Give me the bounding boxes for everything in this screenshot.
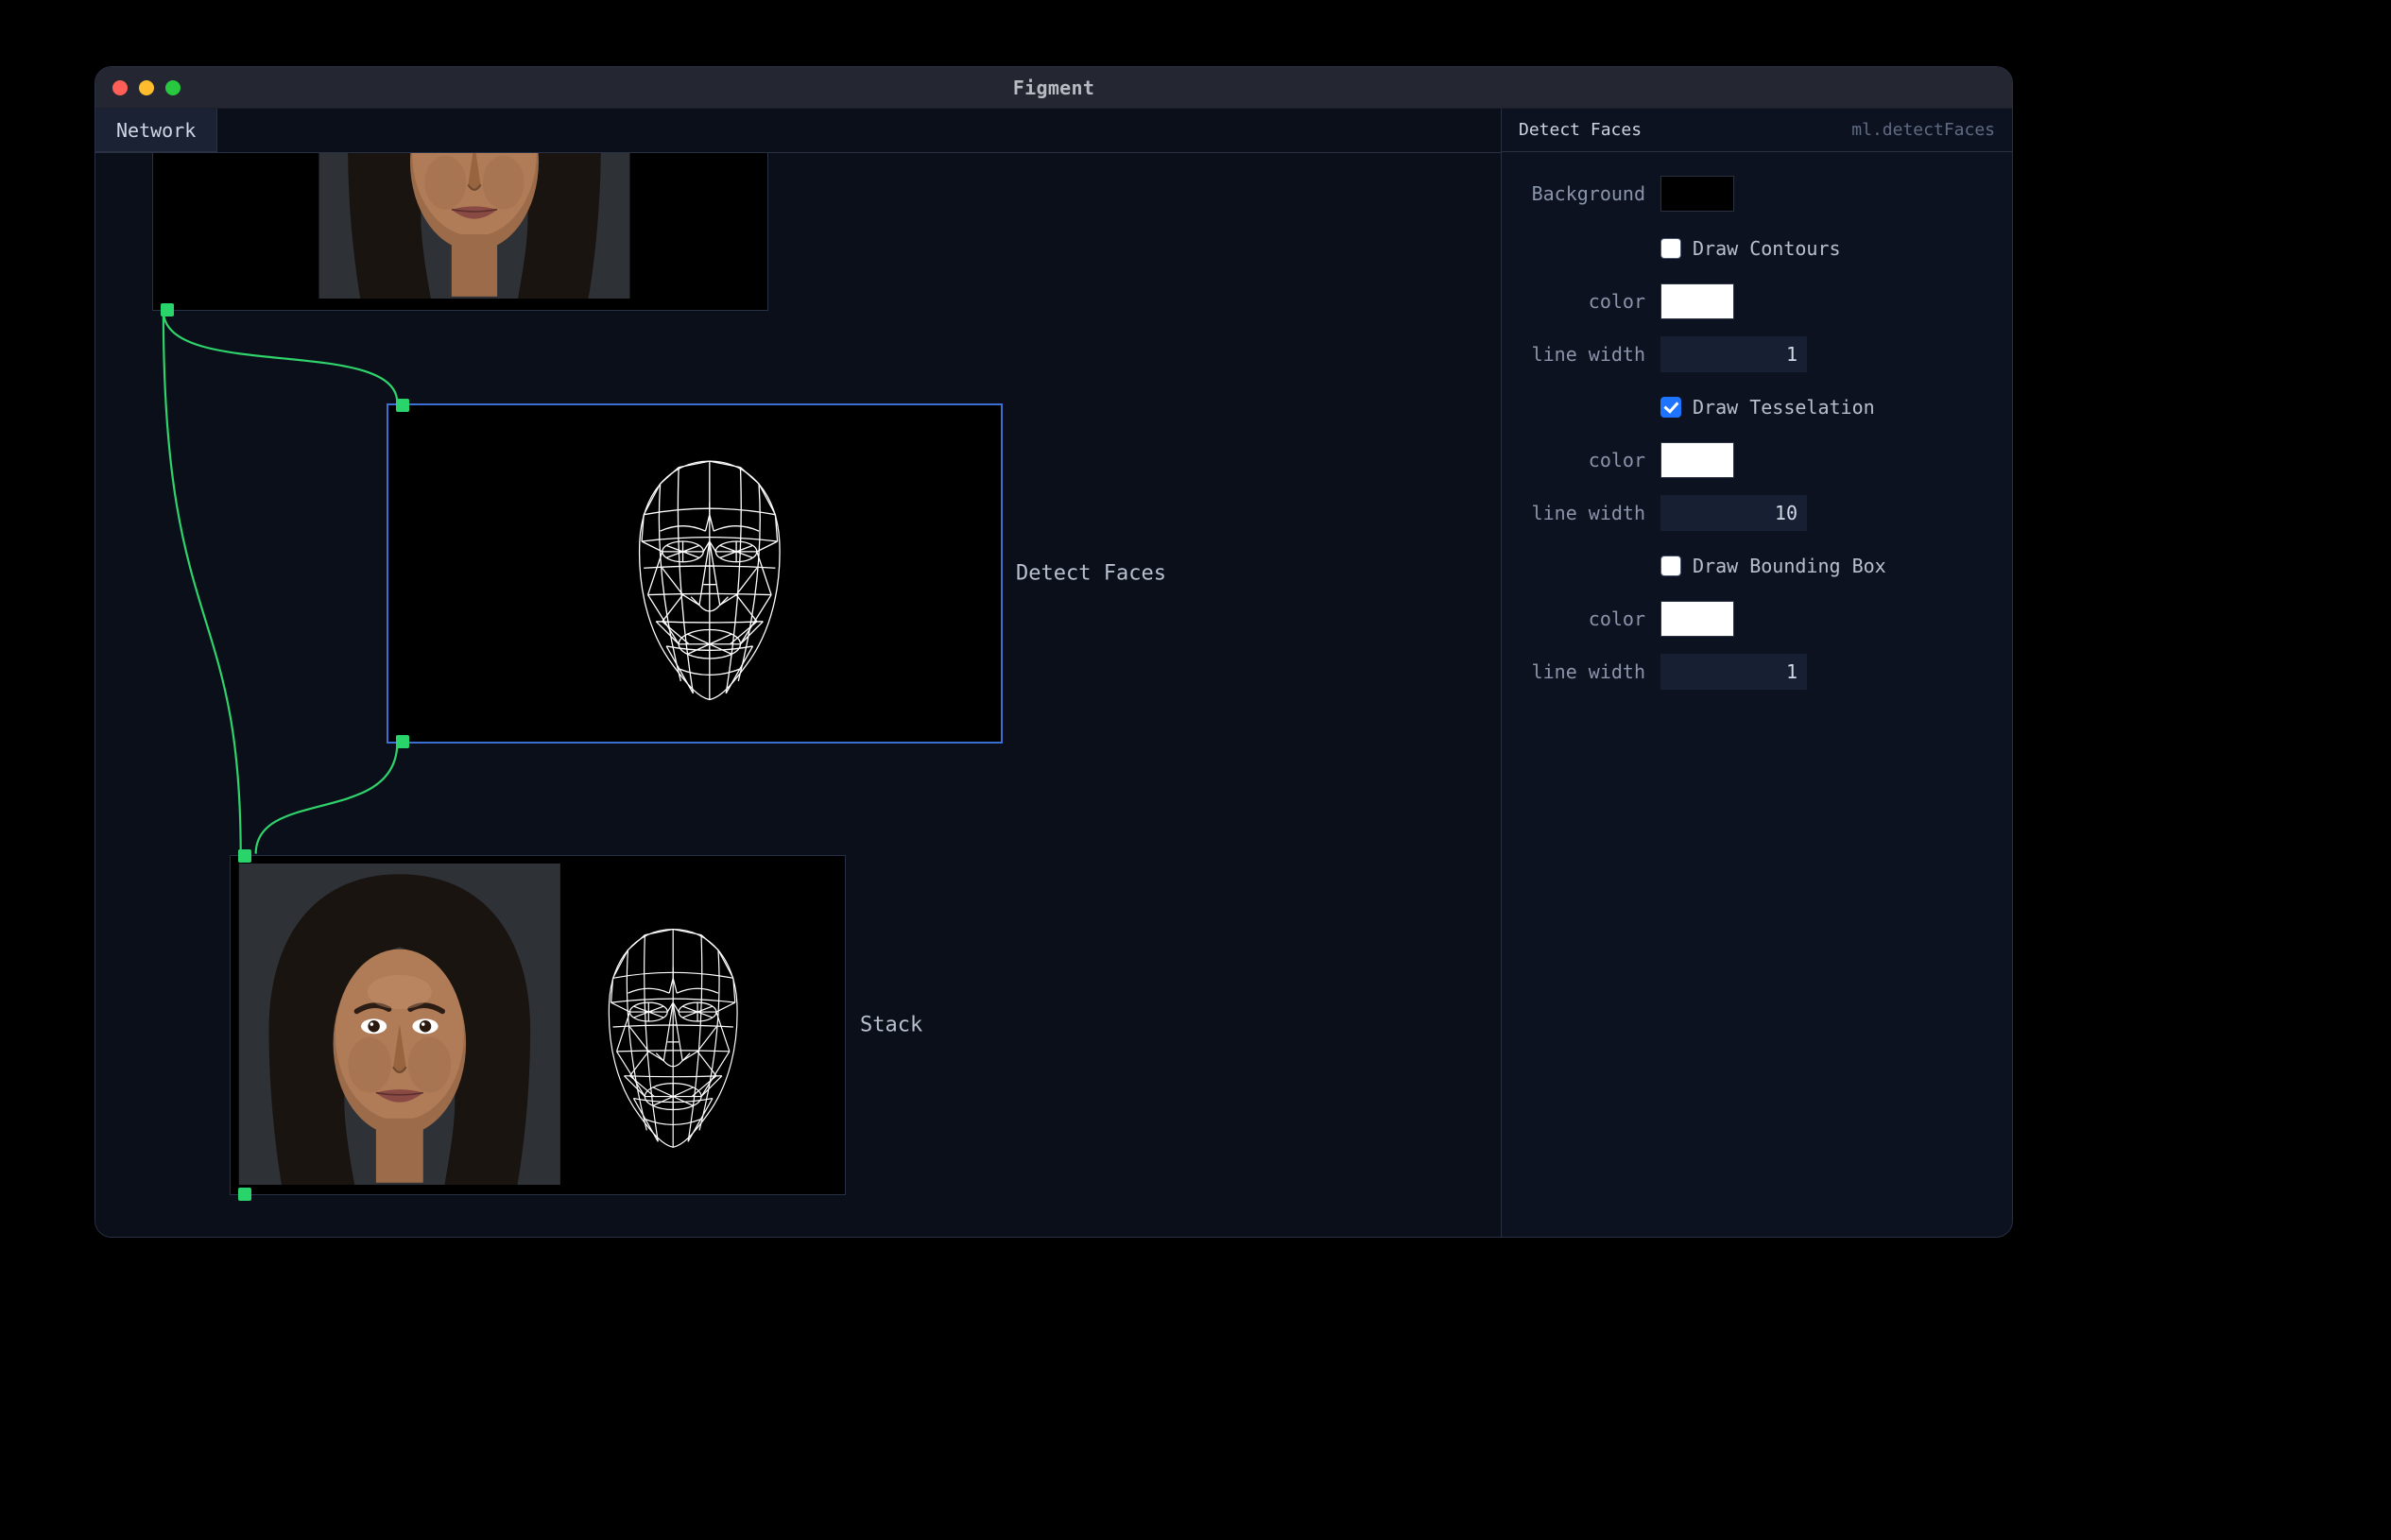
- color-swatch[interactable]: [1660, 283, 1734, 319]
- checkbox-draw-bbox[interactable]: [1660, 556, 1681, 576]
- node-port-in[interactable]: [396, 399, 409, 412]
- node-port-out[interactable]: [396, 735, 409, 748]
- number-input[interactable]: 10: [1660, 495, 1807, 531]
- checkbox-label: Draw Tesselation: [1693, 396, 1875, 419]
- prop-draw-contours: Draw Contours: [1519, 222, 1995, 275]
- prop-bbox-color: color: [1519, 592, 1995, 645]
- app-window: Figment Network: [95, 66, 2013, 1238]
- prop-label: Background: [1519, 182, 1660, 205]
- node-stack[interactable]: Stack: [230, 855, 846, 1195]
- checkbox-label: Draw Contours: [1693, 237, 1841, 260]
- prop-label: color: [1519, 607, 1660, 630]
- node-port-out[interactable]: [238, 1188, 251, 1201]
- prop-background: Background: [1519, 165, 1995, 222]
- inspector-type-path: ml.detectFaces: [1851, 120, 1995, 140]
- color-swatch[interactable]: [1660, 601, 1734, 637]
- prop-label: line width: [1519, 502, 1660, 524]
- node-image-input[interactable]: [152, 152, 768, 311]
- checkbox-draw-contours[interactable]: [1660, 238, 1681, 259]
- node-label: Stack: [860, 1014, 922, 1037]
- checkbox-label: Draw Bounding Box: [1693, 555, 1886, 577]
- prop-tesselation-color: color: [1519, 434, 1995, 487]
- prop-label: line width: [1519, 660, 1660, 683]
- tab-network[interactable]: Network: [95, 109, 217, 152]
- inspector-panel: Detect Faces ml.detectFaces Background D…: [1502, 109, 2012, 1237]
- tab-label: Network: [116, 119, 196, 142]
- network-canvas[interactable]: Network: [95, 109, 1502, 1237]
- node-preview-mesh: [388, 405, 1001, 742]
- prop-tesselation-line-width: line width 10: [1519, 487, 1995, 539]
- prop-label: color: [1519, 290, 1660, 313]
- titlebar[interactable]: Figment: [95, 67, 2012, 109]
- prop-contours-line-width: line width 1: [1519, 328, 1995, 381]
- number-input[interactable]: 1: [1660, 654, 1807, 690]
- prop-label: line width: [1519, 343, 1660, 366]
- node-preview-image: [153, 153, 767, 310]
- color-swatch[interactable]: [1660, 176, 1734, 212]
- prop-draw-tesselation: Draw Tesselation: [1519, 381, 1995, 434]
- node-port-out[interactable]: [161, 303, 174, 317]
- prop-draw-bbox: Draw Bounding Box: [1519, 539, 1995, 592]
- number-input[interactable]: 1: [1660, 336, 1807, 372]
- window-title: Figment: [95, 77, 2012, 99]
- node-port-in[interactable]: [238, 849, 251, 863]
- prop-bbox-line-width: line width 1: [1519, 645, 1995, 698]
- color-swatch[interactable]: [1660, 442, 1734, 478]
- node-detect-faces[interactable]: Detect Faces: [387, 403, 1003, 744]
- node-preview-stack: [231, 856, 845, 1194]
- prop-label: color: [1519, 449, 1660, 471]
- inspector-header: Detect Faces ml.detectFaces: [1502, 109, 2012, 152]
- checkbox-draw-tesselation[interactable]: [1660, 397, 1681, 418]
- prop-contours-color: color: [1519, 275, 1995, 328]
- node-label: Detect Faces: [1016, 562, 1166, 586]
- inspector-title: Detect Faces: [1519, 120, 1642, 140]
